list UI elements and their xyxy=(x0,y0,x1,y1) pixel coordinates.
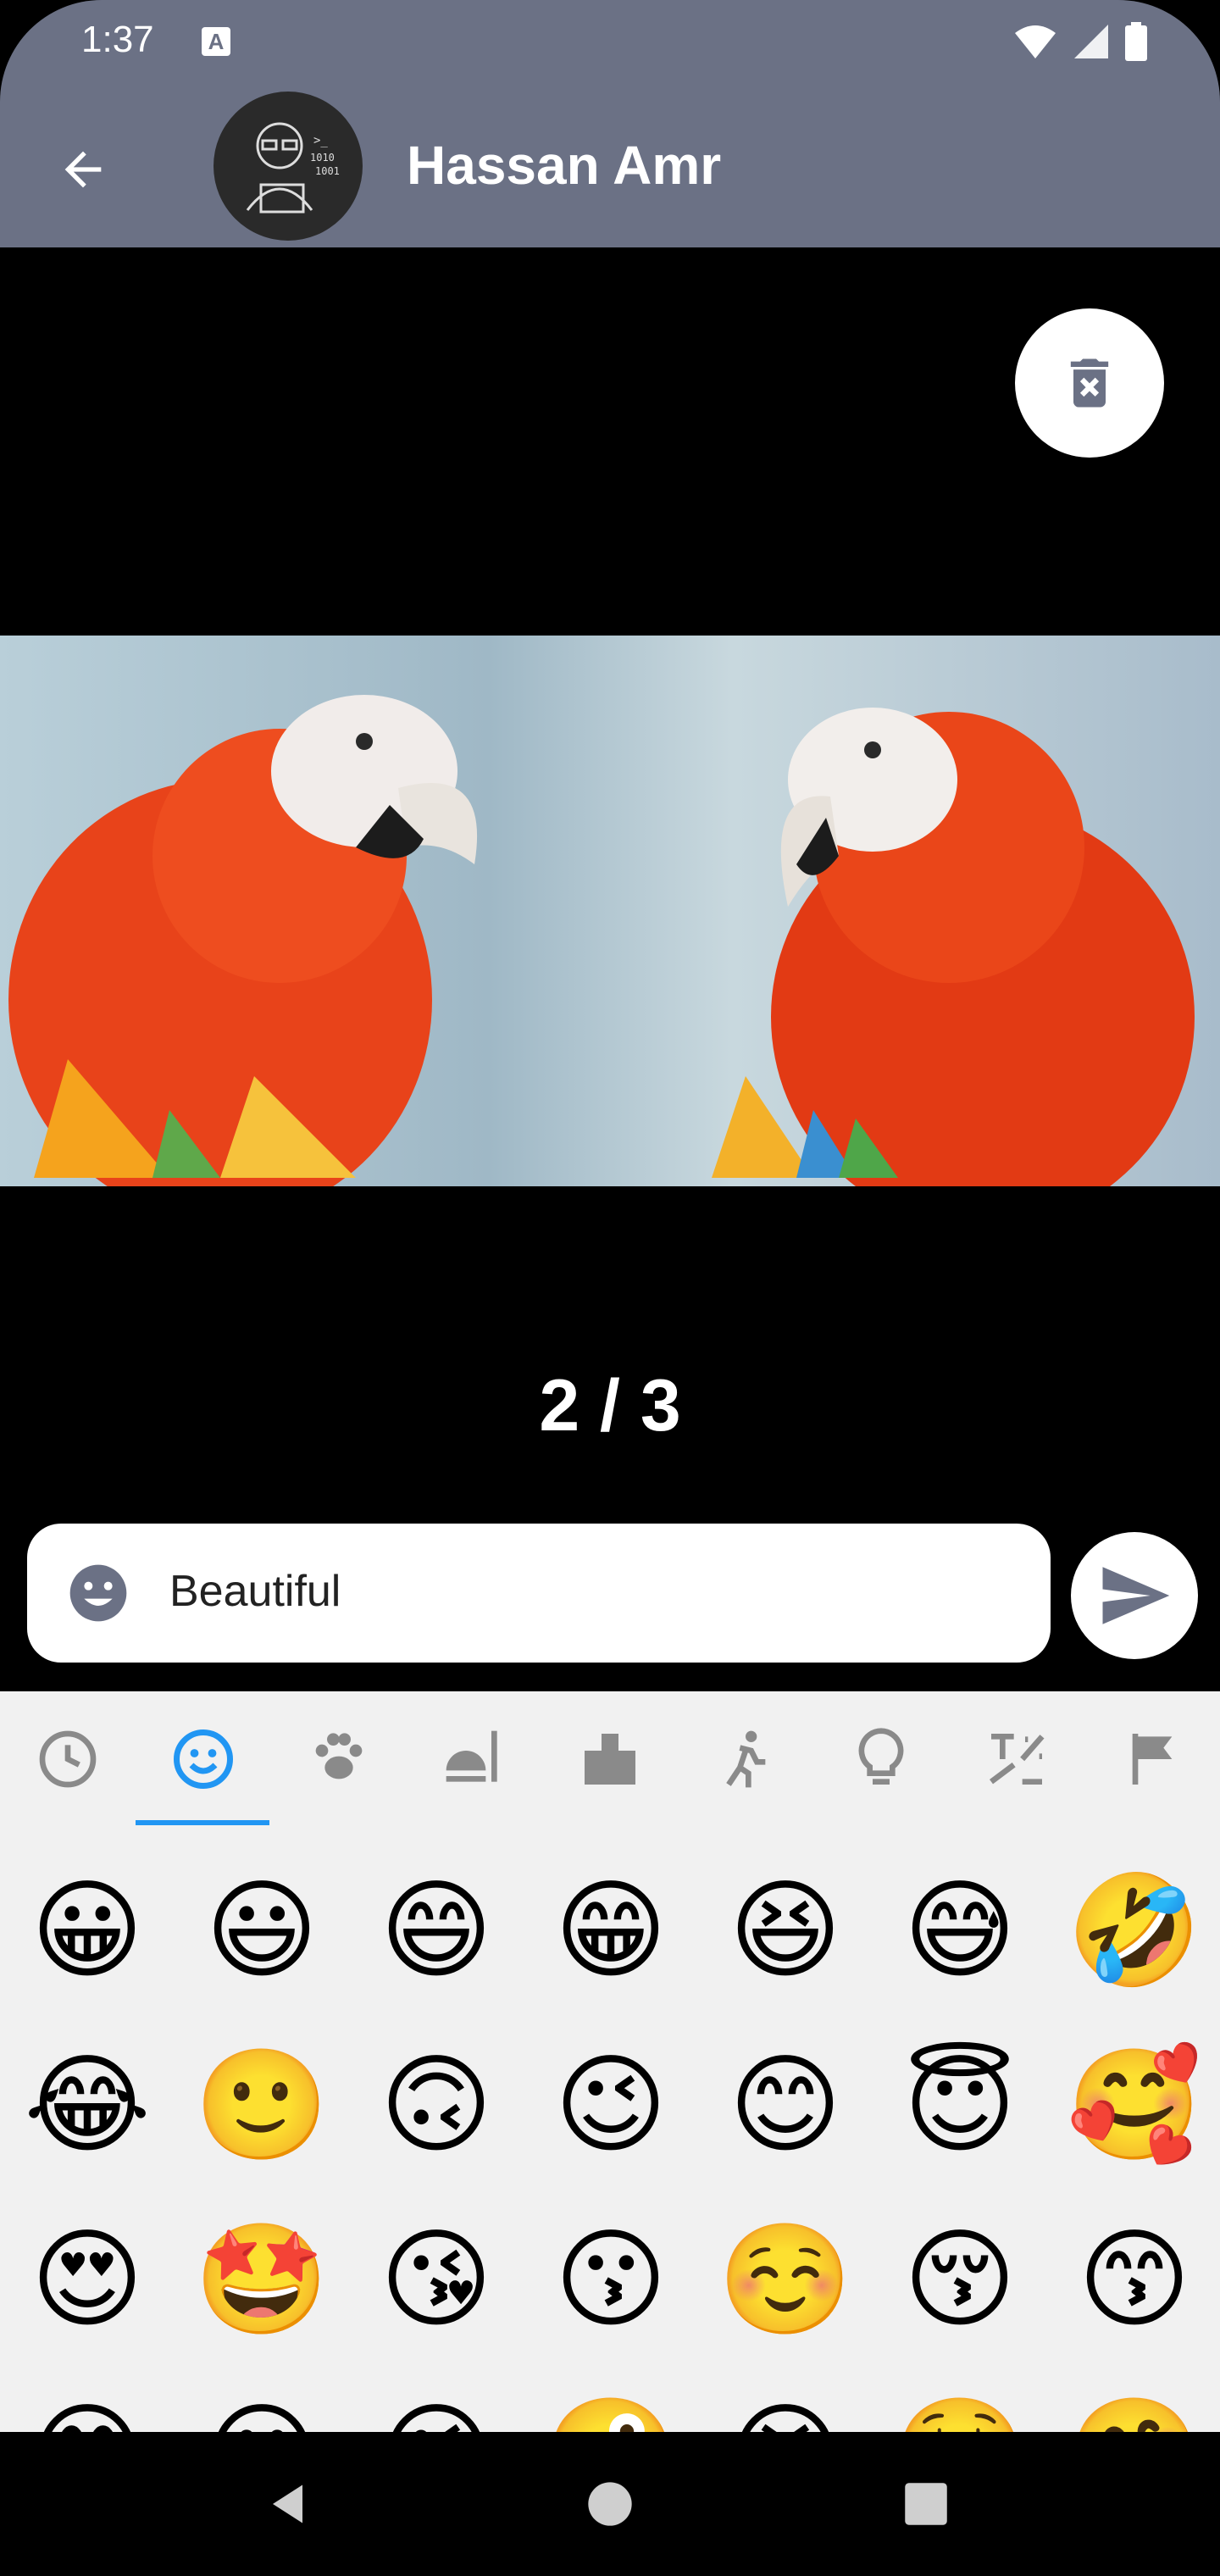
emoji-category-tabs xyxy=(0,1691,1220,1827)
paw-icon xyxy=(315,1733,363,1779)
tab-flags[interactable] xyxy=(1110,1717,1195,1802)
running-icon xyxy=(726,1730,766,1788)
emoji-key[interactable]: 😜 xyxy=(349,2368,524,2432)
emoji-key[interactable]: 🤗 xyxy=(1047,2368,1220,2432)
emoji-key[interactable]: ☺️ xyxy=(698,2193,873,2368)
tab-objects[interactable] xyxy=(839,1717,923,1802)
emoji-key[interactable]: 😚 xyxy=(873,2193,1047,2368)
parrots-image xyxy=(8,695,1195,1186)
emoji-key[interactable]: 😛 xyxy=(175,2368,349,2432)
square-recents-icon xyxy=(905,2483,947,2525)
emoji-key[interactable]: 😄 xyxy=(349,1844,524,2018)
emoji-key[interactable]: 😃 xyxy=(175,1844,349,2018)
emoji-key[interactable]: 😀 xyxy=(0,1844,175,2018)
battery-icon xyxy=(1125,22,1147,61)
svg-text:1010: 1010 xyxy=(310,152,335,164)
emoji-key[interactable]: 🤩 xyxy=(175,2193,349,2368)
tab-places[interactable] xyxy=(568,1717,652,1802)
back-button[interactable] xyxy=(49,136,117,203)
smiley-icon xyxy=(174,1729,233,1789)
emoji-key[interactable]: 😝 xyxy=(698,2368,873,2432)
avatar[interactable]: >_ 1010 1001 xyxy=(214,92,363,241)
emoji-key[interactable]: 😇 xyxy=(873,2018,1047,2193)
tab-recent[interactable] xyxy=(25,1717,110,1802)
tab-food[interactable] xyxy=(432,1717,517,1802)
emoji-key[interactable]: 🤪 xyxy=(524,2368,698,2432)
nav-recents-button[interactable] xyxy=(888,2466,964,2542)
flag-icon xyxy=(1132,1734,1173,1785)
nav-back-button[interactable] xyxy=(252,2466,328,2542)
media-image[interactable] xyxy=(0,636,1220,1186)
wifi-icon xyxy=(1015,25,1056,58)
emoji-key[interactable]: 😅 xyxy=(873,1844,1047,2018)
emoji-smile-icon xyxy=(69,1564,127,1622)
emoji-key[interactable]: 😆 xyxy=(698,1844,873,2018)
tab-smileys[interactable] xyxy=(161,1717,246,1802)
emoji-key[interactable]: 😍 xyxy=(0,2193,175,2368)
status-icons xyxy=(1013,22,1147,61)
emoji-key[interactable]: 😋 xyxy=(0,2368,175,2432)
emoji-key[interactable]: 😙 xyxy=(1047,2193,1220,2368)
clock-icon xyxy=(39,1730,97,1788)
selected-tab-indicator xyxy=(136,1820,269,1825)
avatar-illustration-icon: >_ 1010 1001 xyxy=(246,122,340,214)
emoji-key[interactable]: 😘 xyxy=(349,2193,524,2368)
emoji-toggle-button[interactable] xyxy=(64,1559,132,1627)
emoji-key[interactable]: 🤑 xyxy=(873,2368,1047,2432)
svg-text:1001: 1001 xyxy=(315,165,340,177)
circle-home-icon xyxy=(588,2482,632,2526)
emoji-key[interactable]: 🥰 xyxy=(1047,2018,1220,2193)
emoji-key[interactable]: 🤣 xyxy=(1047,1844,1220,2018)
emoji-keyboard: 😀😃😄😁😆😅🤣 😂🙂🙃😉😊😇🥰 😍🤩😘😗☺️😚😙 😋😛😜🤪😝🤑🤗 xyxy=(0,1691,1220,2432)
system-nav-bar xyxy=(0,2432,1220,2576)
tab-activities[interactable] xyxy=(703,1717,788,1802)
symbols-icon xyxy=(990,1734,1045,1785)
send-button[interactable] xyxy=(1071,1532,1198,1659)
contact-name[interactable]: Hassan Amr xyxy=(407,134,721,197)
delete-media-button[interactable] xyxy=(1015,308,1164,458)
emoji-key[interactable]: 😊 xyxy=(698,2018,873,2193)
tab-animals[interactable] xyxy=(297,1717,381,1802)
lightbulb-icon xyxy=(858,1728,904,1785)
app-bar: 1:37 A >_ 1010 1001 Hassan Amr xyxy=(0,0,1220,247)
emoji-key[interactable]: 🙃 xyxy=(349,2018,524,2193)
emoji-key[interactable]: 😉 xyxy=(524,2018,698,2193)
emoji-key[interactable]: 😁 xyxy=(524,1844,698,2018)
svg-text:>_: >_ xyxy=(313,134,328,147)
emoji-key[interactable]: 😂 xyxy=(0,2018,175,2193)
emoji-key[interactable]: 😗 xyxy=(524,2193,698,2368)
triangle-back-icon xyxy=(273,2484,302,2523)
arrow-back-icon xyxy=(64,151,102,188)
emoji-key[interactable]: 🙂 xyxy=(175,2018,349,2193)
screen: 1:37 A >_ 1010 1001 Hassan Amr 2 / 3 Bea… xyxy=(0,0,1220,2576)
nav-home-button[interactable] xyxy=(572,2466,648,2542)
send-icon xyxy=(1102,1567,1170,1624)
tab-symbols[interactable] xyxy=(974,1717,1059,1802)
status-time: 1:37 xyxy=(81,19,154,60)
media-counter: 2 / 3 xyxy=(539,1365,681,1446)
food-icon xyxy=(446,1730,497,1782)
building-icon xyxy=(585,1734,635,1785)
message-input[interactable]: Beautiful xyxy=(169,1566,341,1617)
notification-icon: A xyxy=(202,27,230,56)
trash-x-icon xyxy=(1070,358,1109,408)
message-input-container[interactable]: Beautiful xyxy=(27,1524,1051,1663)
signal-icon xyxy=(1074,25,1108,58)
